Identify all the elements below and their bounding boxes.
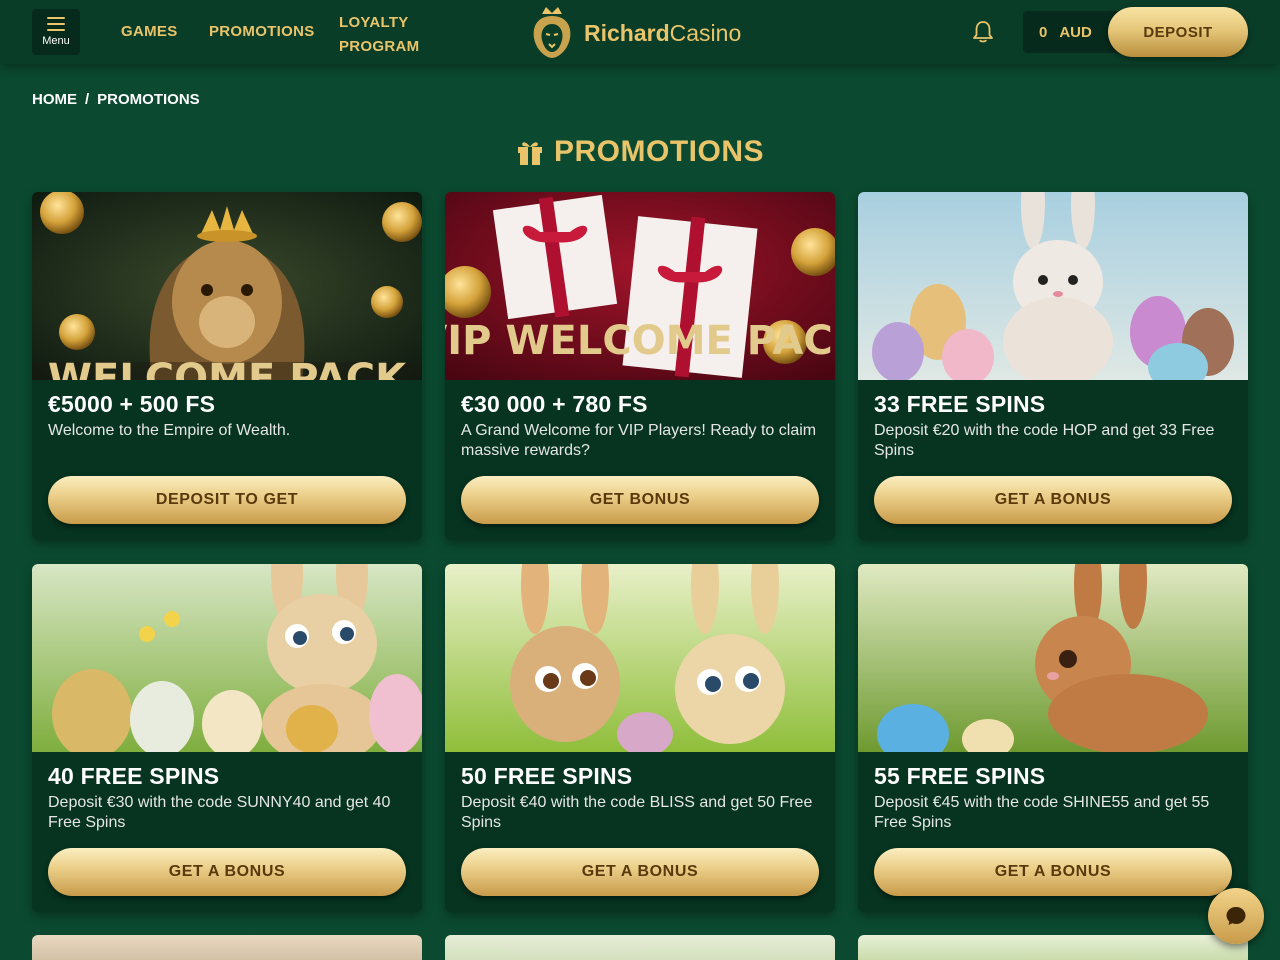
balance-amount: 0: [1039, 23, 1048, 41]
deposit-button[interactable]: DEPOSIT: [1108, 7, 1248, 57]
page-title-text: PROMOTIONS: [553, 135, 764, 168]
promo-title: €5000 + 500 FS: [48, 391, 216, 417]
image-caption: VIP WELCOME PACK: [445, 318, 835, 364]
page-title: PROMOTIONS: [0, 134, 1280, 170]
promo-button[interactable]: GET A BONUS: [461, 848, 819, 896]
promo-card-33-spins: 33 FREE SPINS Deposit €20 with the code …: [858, 192, 1248, 540]
promo-button[interactable]: GET BONUS: [461, 476, 819, 524]
promo-description: Deposit €20 with the code HOP and get 33…: [874, 422, 1215, 459]
promo-button[interactable]: GET A BONUS: [874, 848, 1232, 896]
top-header: Menu GAMES PROMOTIONS LOYALTY PROGRAM Ri…: [0, 0, 1280, 64]
site-logo[interactable]: RichardCasino: [528, 4, 758, 60]
promo-card-partial: [32, 935, 422, 960]
promo-button[interactable]: GET A BONUS: [48, 848, 406, 896]
gift-icon: [517, 142, 542, 165]
logo-lion-icon: [533, 7, 571, 58]
chat-button[interactable]: [1208, 888, 1264, 944]
promo-card-vip: VIP WELCOME PACK €30 000 + 780 FS A Gran…: [445, 192, 835, 540]
bell-icon[interactable]: [972, 20, 994, 44]
promo-title: 55 FREE SPINS: [874, 763, 1046, 789]
promo-description: Deposit €30 with the code SUNNY40 and ge…: [48, 794, 391, 831]
promo-image: WELCOME PACK: [32, 192, 422, 380]
promo-button[interactable]: GET A BONUS: [874, 476, 1232, 524]
nav-promotions[interactable]: PROMOTIONS: [209, 23, 315, 40]
promo-card-partial: [858, 935, 1248, 960]
promo-image: [445, 564, 835, 752]
nav-loyalty-program[interactable]: LOYALTY PROGRAM: [339, 11, 419, 59]
promo-title: 33 FREE SPINS: [874, 391, 1046, 417]
promo-image: [858, 564, 1248, 752]
promo-description: Welcome to the Empire of Wealth.: [48, 422, 291, 439]
balance-currency: AUD: [1059, 23, 1092, 41]
logo-text: RichardCasino: [584, 20, 742, 46]
menu-button[interactable]: Menu: [32, 9, 80, 55]
breadcrumb-current: PROMOTIONS: [97, 91, 200, 108]
promo-image: [32, 564, 422, 752]
promo-title: 50 FREE SPINS: [461, 763, 633, 789]
promo-description: A Grand Welcome for VIP Players! Ready t…: [461, 422, 817, 459]
promo-card-55-spins: 55 FREE SPINS Deposit €45 with the code …: [858, 564, 1248, 912]
promo-title: €30 000 + 780 FS: [461, 391, 648, 417]
promo-card-40-spins: 40 FREE SPINS Deposit €30 with the code …: [32, 564, 422, 912]
promo-card-50-spins: 50 FREE SPINS Deposit €40 with the code …: [445, 564, 835, 912]
promo-description: Deposit €45 with the code SHINE55 and ge…: [874, 794, 1210, 831]
image-caption: WELCOME PACK: [48, 356, 408, 380]
promo-card-welcome: WELCOME PACK €5000 + 500 FS Welcome to t…: [32, 192, 422, 540]
chat-icon: [1226, 907, 1246, 925]
promo-description: Deposit €40 with the code BLISS and get …: [461, 794, 813, 831]
menu-label: Menu: [42, 35, 70, 47]
promo-button[interactable]: DEPOSIT TO GET: [48, 476, 406, 524]
promo-image: VIP WELCOME PACK: [445, 192, 835, 380]
hamburger-icon: [47, 17, 65, 31]
nav-games[interactable]: GAMES: [121, 23, 178, 40]
breadcrumb-home[interactable]: HOME: [32, 91, 77, 108]
promo-title: 40 FREE SPINS: [48, 763, 220, 789]
promo-image: [858, 192, 1248, 380]
breadcrumb-separator: /: [85, 91, 90, 108]
promo-card-partial: [445, 935, 835, 960]
breadcrumb: HOME / PROMOTIONS: [32, 91, 200, 108]
